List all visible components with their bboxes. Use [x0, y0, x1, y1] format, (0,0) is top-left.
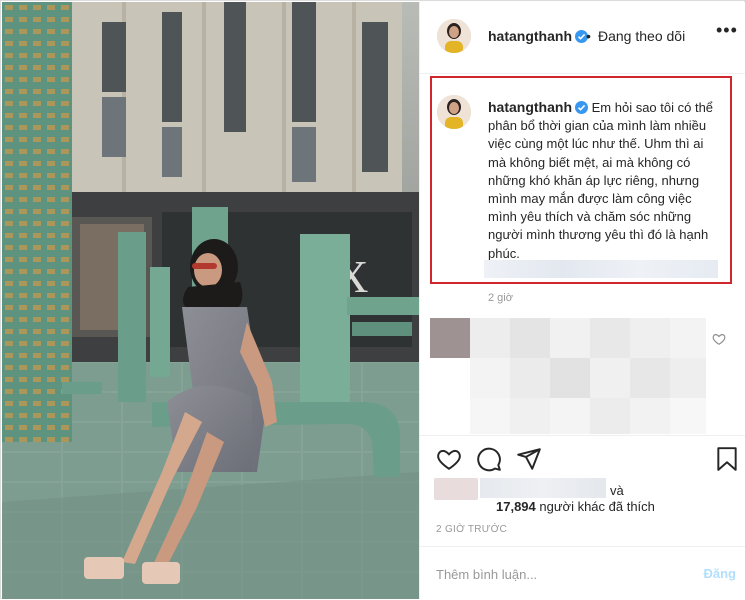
post-timestamp[interactable]: 2 GIỜ TRƯỚC [436, 524, 507, 535]
post-actions-section: và 17,894 người khác đã thích 2 GIỜ TRƯỚ… [420, 435, 745, 599]
likes-others-text[interactable]: người khác đã thích [536, 499, 655, 514]
share-icon[interactable] [516, 446, 542, 472]
header-username-text[interactable]: hatangthanh [488, 28, 572, 44]
likes-number[interactable]: 17,894 [496, 499, 536, 514]
comment-input[interactable] [436, 563, 676, 585]
post-details-panel: hatangthanh • Đang theo dõi ••• hatangth… [419, 2, 745, 599]
avatar[interactable] [437, 19, 471, 53]
photo-illustration: AX [2, 2, 419, 599]
blurred-block [670, 358, 706, 398]
instagram-post: AX [0, 0, 745, 599]
avatar[interactable] [437, 95, 471, 129]
blurred-block [590, 398, 630, 434]
comment-icon[interactable] [476, 446, 502, 472]
post-photo[interactable]: AX [2, 2, 419, 599]
header-username[interactable]: hatangthanh [488, 28, 588, 44]
blurred-block [630, 318, 670, 358]
more-horizontal-icon[interactable]: ••• [716, 20, 738, 41]
follow-status-button[interactable]: Đang theo dõi [598, 28, 685, 44]
verified-badge-icon [575, 101, 588, 114]
caption-time[interactable]: 2 giờ [488, 292, 513, 304]
liker-avatar-blurred [434, 478, 478, 500]
blurred-hashtags [484, 260, 718, 278]
blurred-block [510, 358, 550, 398]
blurred-block [550, 358, 590, 398]
blurred-block [510, 318, 550, 358]
blurred-block [510, 398, 550, 434]
caption-username[interactable]: hatangthanh [488, 99, 572, 115]
blurred-block [630, 398, 670, 434]
blurred-block [470, 398, 510, 434]
bookmark-icon[interactable] [714, 446, 740, 472]
blurred-comment-avatar [430, 318, 470, 358]
post-header: hatangthanh • Đang theo dõi ••• [420, 2, 745, 74]
blurred-block [550, 398, 590, 434]
blurred-comments [430, 318, 706, 434]
post-comment-button[interactable]: Đăng [704, 566, 737, 581]
separator-dot: • [586, 28, 591, 44]
likes-and: và [610, 483, 624, 498]
comment-like-heart-icon[interactable] [712, 332, 726, 346]
blurred-block [630, 358, 670, 398]
caption-text: hatangthanh Em hỏi sao tôi có thể phân b… [488, 98, 718, 263]
caption-body: Em hỏi sao tôi có thể phân bổ thời gian … [488, 100, 714, 261]
add-comment-bar: Đăng [420, 546, 745, 600]
blurred-block [470, 318, 510, 358]
blurred-block [670, 398, 706, 434]
liker-name-blurred [480, 478, 606, 498]
blurred-block [470, 358, 510, 398]
blurred-block [590, 318, 630, 358]
blurred-block [590, 358, 630, 398]
blurred-block [550, 318, 590, 358]
heart-icon[interactable] [436, 446, 462, 472]
likes-count[interactable]: 17,894 người khác đã thích [496, 499, 655, 514]
blurred-block [670, 318, 706, 358]
